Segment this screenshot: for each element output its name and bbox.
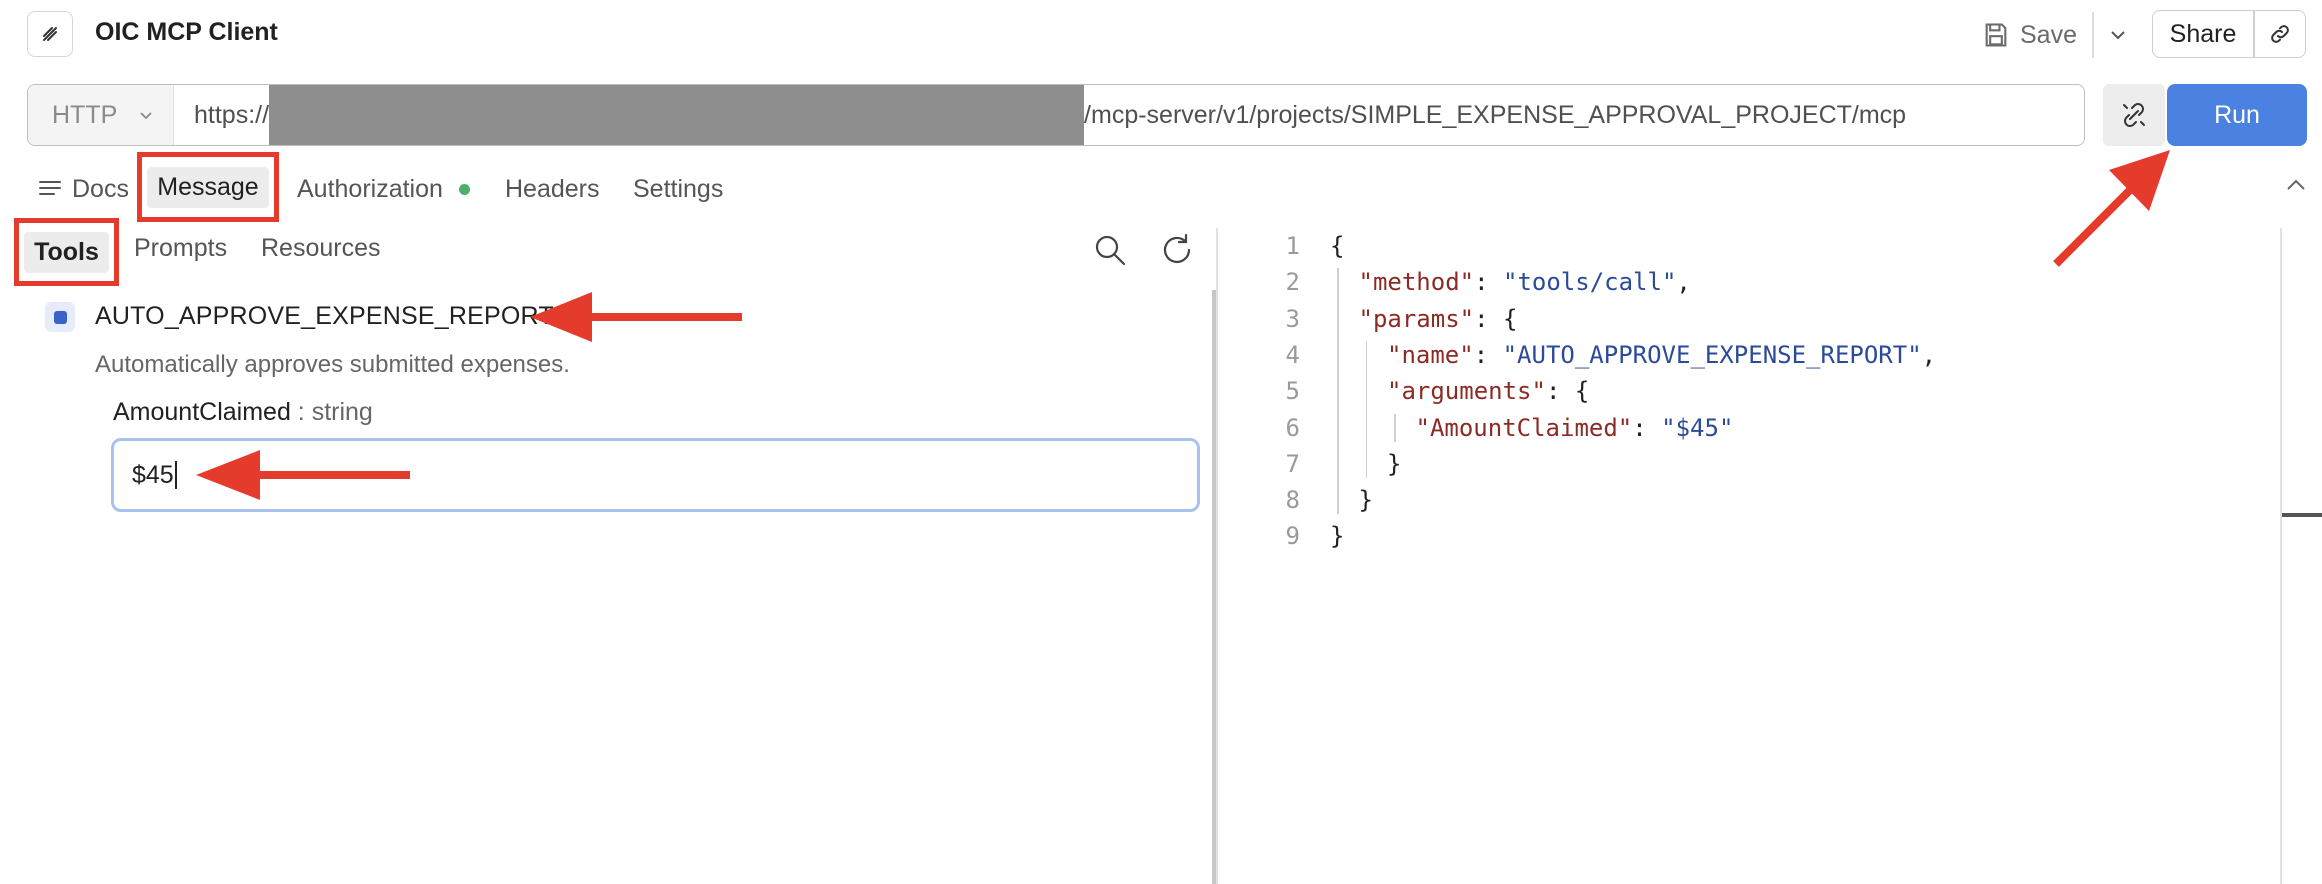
arrow-to-tool-name: [530, 292, 742, 342]
arrow-to-run-button: [2053, 150, 2170, 267]
annotation-arrows: [196, 150, 2170, 500]
arrow-to-input-value: [196, 450, 410, 500]
